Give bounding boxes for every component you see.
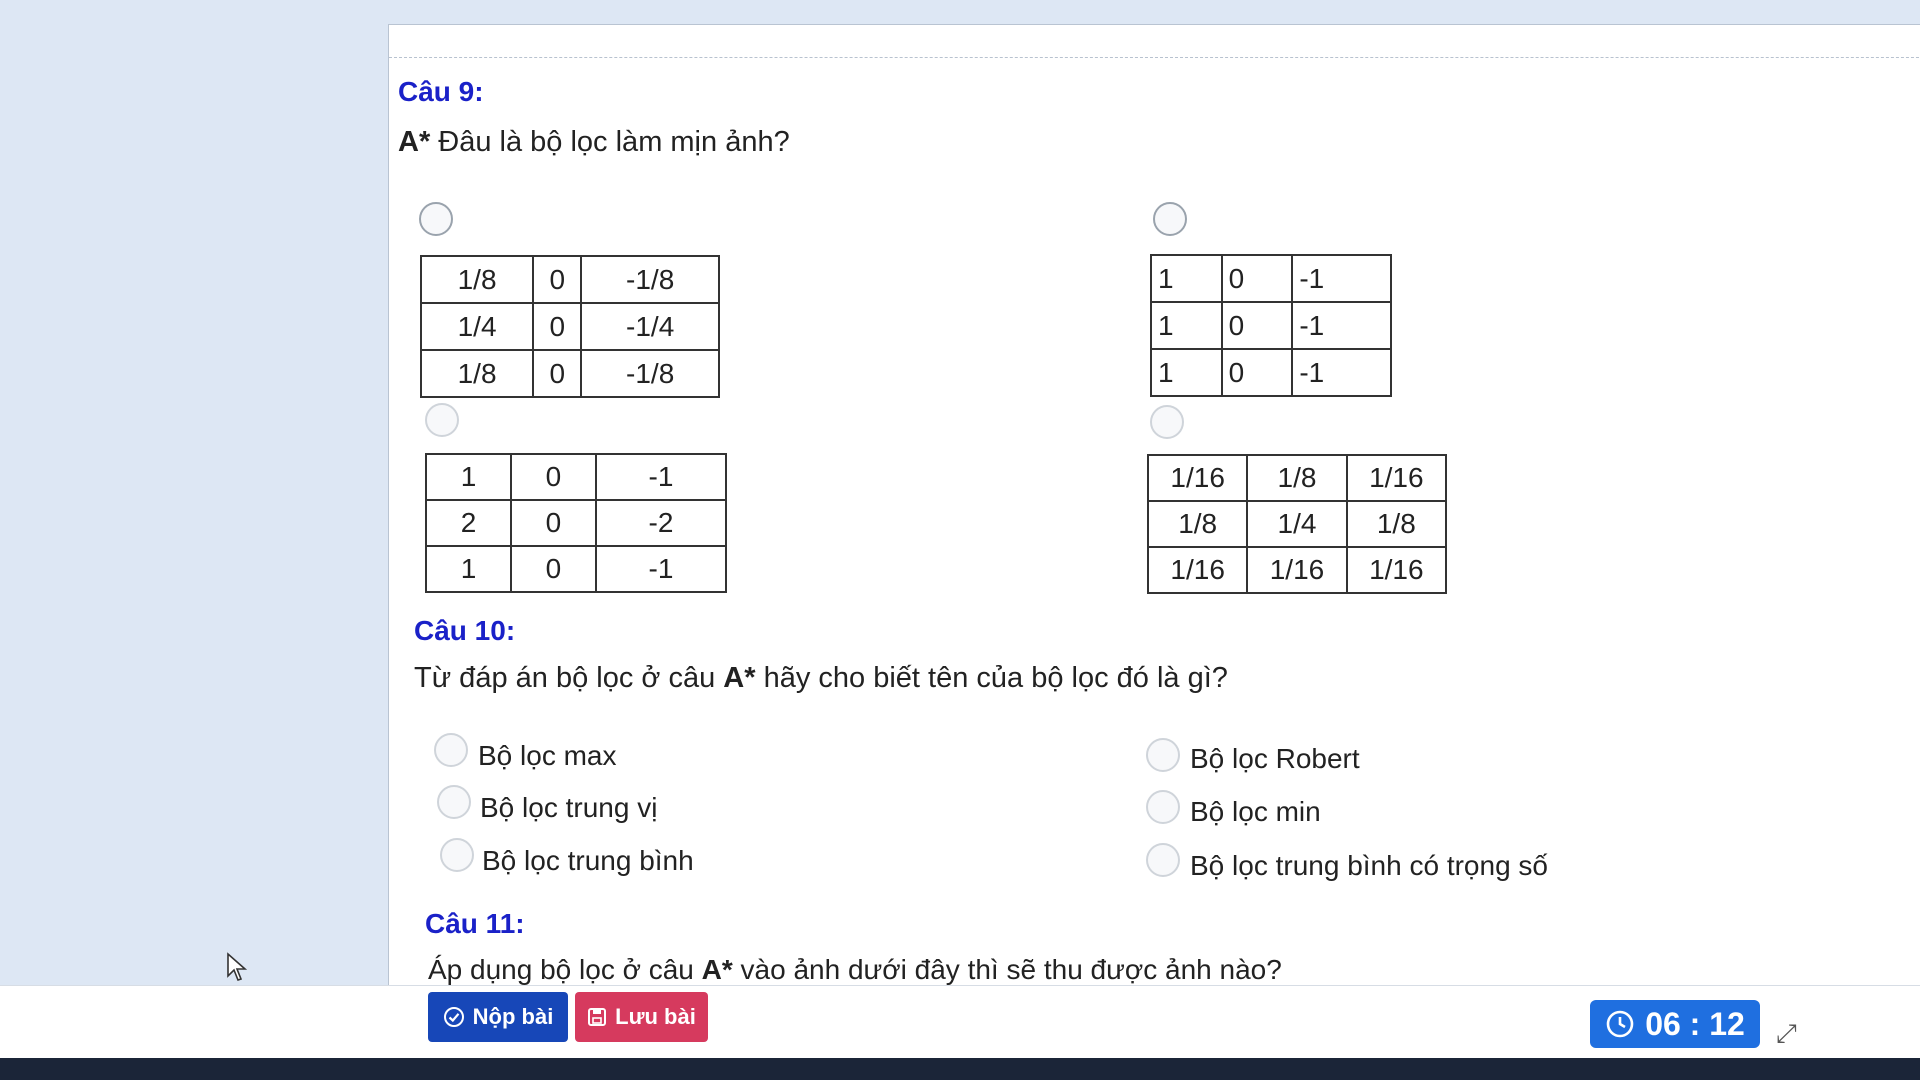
q9-option-4-radio[interactable] bbox=[1150, 405, 1184, 439]
question-10-text: Từ đáp án bộ lọc ở câu A* hãy cho biết t… bbox=[414, 662, 1228, 695]
matrix-cell: 1/8 bbox=[1345, 500, 1448, 548]
matrix-cell: 0 bbox=[1220, 254, 1294, 303]
matrix-cell: 0 bbox=[532, 302, 583, 351]
save-button[interactable]: Lưu bài bbox=[575, 992, 708, 1042]
question-9-body: Đâu là bộ lọc làm mịn ảnh? bbox=[430, 126, 790, 158]
submit-button[interactable]: Nộp bài bbox=[428, 992, 568, 1042]
check-circle-icon bbox=[443, 1007, 464, 1027]
question-10-ref: A* bbox=[723, 662, 756, 694]
matrix-cell: 1/4 bbox=[1246, 500, 1348, 548]
question-9-text: A* Đâu là bộ lọc làm mịn ảnh? bbox=[398, 126, 790, 159]
q10-option-4-label[interactable]: Bộ lọc min bbox=[1190, 796, 1321, 828]
question-11-title: Câu 11: bbox=[425, 908, 525, 939]
q9-option-1-matrix: 1/8 0 -1/8 1/4 0 -1/4 1/8 0 -1/8 bbox=[419, 255, 720, 398]
divider bbox=[389, 57, 1920, 58]
submit-label: Nộp bài bbox=[472, 1004, 554, 1029]
q10-option-2-label[interactable]: Bộ lọc Robert bbox=[1190, 743, 1360, 775]
q10-option-3-label[interactable]: Bộ lọc trung vị bbox=[480, 792, 657, 824]
matrix-cell: 1 bbox=[425, 545, 512, 593]
matrix-cell: 1 bbox=[1150, 254, 1223, 303]
q10-option-3-radio[interactable] bbox=[437, 785, 471, 819]
matrix-cell: 2 bbox=[425, 499, 512, 547]
matrix-cell: -1/4 bbox=[580, 302, 720, 351]
q9-option-2-radio[interactable] bbox=[1153, 202, 1187, 236]
question-11-text: Áp dụng bộ lọc ở câu A* vào ảnh dưới đây… bbox=[428, 954, 1282, 986]
matrix-cell: 1/16 bbox=[1146, 454, 1249, 502]
timer-value: 06 : 12 bbox=[1645, 1005, 1745, 1042]
matrix-cell: -1 bbox=[1291, 348, 1392, 397]
matrix-cell: 1 bbox=[1150, 301, 1223, 350]
q9-option-4-matrix: 1/16 1/8 1/16 1/8 1/4 1/8 1/16 1/16 1/16 bbox=[1146, 454, 1448, 594]
matrix-cell: -1 bbox=[1291, 254, 1392, 303]
q9-option-2-matrix: 1 0 -1 1 0 -1 1 0 -1 bbox=[1150, 254, 1392, 397]
question-10-body-a: Từ đáp án bộ lọc ở câu bbox=[414, 662, 724, 694]
q10-option-5-radio[interactable] bbox=[440, 838, 474, 872]
matrix-cell: 0 bbox=[509, 545, 597, 593]
matrix-cell: 0 bbox=[509, 499, 597, 547]
question-9-title: Câu 9: bbox=[398, 76, 484, 107]
matrix-cell: -2 bbox=[594, 499, 728, 547]
matrix-cell: 0 bbox=[1220, 301, 1294, 350]
q9-option-1-radio[interactable] bbox=[419, 202, 453, 236]
q10-option-6-radio[interactable] bbox=[1146, 843, 1180, 877]
matrix-cell: 0 bbox=[509, 453, 597, 501]
taskbar bbox=[0, 1058, 1920, 1080]
matrix-cell: 1/16 bbox=[1146, 546, 1249, 594]
matrix-cell: 0 bbox=[532, 349, 583, 398]
expand-icon[interactable]: ⤢ bbox=[1776, 1018, 1797, 1050]
q10-option-4-radio[interactable] bbox=[1146, 790, 1180, 824]
matrix-cell: -1/8 bbox=[580, 255, 720, 304]
matrix-cell: 0 bbox=[532, 255, 583, 304]
matrix-cell: -1 bbox=[594, 453, 728, 501]
question-11-body-c: vào ảnh dưới đây thì sẽ thu được ảnh nào… bbox=[732, 954, 1282, 985]
matrix-cell: -1 bbox=[1291, 301, 1392, 350]
matrix-cell: 1/16 bbox=[1246, 546, 1348, 594]
matrix-cell: 1 bbox=[1150, 348, 1223, 397]
question-11-body-a: Áp dụng bộ lọc ở câu bbox=[428, 954, 702, 985]
countdown-timer: 06 : 12 bbox=[1590, 1000, 1760, 1048]
matrix-cell: 1/8 bbox=[1146, 500, 1249, 548]
matrix-cell: 1/8 bbox=[1246, 454, 1348, 502]
save-label: Lưu bài bbox=[615, 1004, 696, 1029]
q9-option-3-matrix: 1 0 -1 2 0 -2 1 0 -1 bbox=[425, 453, 728, 593]
matrix-cell: 1/16 bbox=[1345, 546, 1448, 594]
matrix-cell: 0 bbox=[1220, 348, 1294, 397]
q10-option-2-radio[interactable] bbox=[1146, 738, 1180, 772]
mouse-cursor-icon bbox=[227, 952, 248, 981]
question-10-title: Câu 10: bbox=[414, 615, 516, 646]
clock-icon bbox=[1606, 1010, 1634, 1038]
question-11-ref: A* bbox=[701, 954, 733, 985]
question-10-body-c: hãy cho biết tên của bộ lọc đó là gì? bbox=[755, 662, 1228, 694]
matrix-cell: 1/8 bbox=[419, 255, 535, 304]
matrix-cell: 1 bbox=[425, 453, 512, 501]
q9-option-3-radio[interactable] bbox=[425, 403, 459, 437]
matrix-cell: 1/16 bbox=[1345, 454, 1448, 502]
floppy-disk-icon bbox=[588, 1008, 607, 1026]
matrix-cell: -1/8 bbox=[580, 349, 720, 398]
q10-option-1-label[interactable]: Bộ lọc max bbox=[478, 740, 617, 772]
q10-option-6-label[interactable]: Bộ lọc trung bình có trọng số bbox=[1190, 850, 1548, 882]
q10-option-1-radio[interactable] bbox=[434, 733, 468, 767]
matrix-cell: 1/8 bbox=[419, 349, 535, 398]
question-9-prefix: A* bbox=[398, 126, 431, 158]
matrix-cell: 1/4 bbox=[419, 302, 535, 351]
q10-option-5-label[interactable]: Bộ lọc trung bình bbox=[482, 845, 694, 877]
matrix-cell: -1 bbox=[594, 545, 728, 593]
